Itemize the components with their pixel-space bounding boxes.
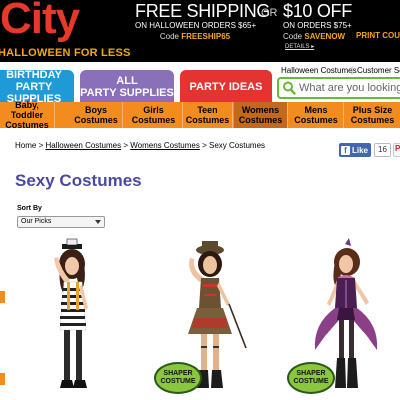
free-shipping-promo[interactable]: FREE SHIPPING ON HALLOWEEN ORDERS $65+ C…	[135, 1, 271, 43]
details-link[interactable]: DETAILS ▸	[285, 43, 314, 50]
discount-subtext: ON ORDERS $75+	[283, 21, 352, 30]
subnav-label-line1: Womens	[241, 105, 280, 115]
breadcrumb-current: Sexy Costumes	[209, 141, 266, 150]
discount-code: SAVENOW	[304, 32, 346, 41]
subnav-boys-costumes[interactable]: Boys Costumes	[70, 102, 123, 128]
product-card[interactable]: SHAPER COSTUME	[283, 238, 400, 400]
subnav-label-line2: Costumes	[131, 115, 176, 125]
subnav-label-line1: Boys	[84, 105, 107, 115]
subnav-plus-size-costumes[interactable]: Plus Size Costumes	[345, 102, 400, 128]
breadcrumb-home[interactable]: Home	[15, 141, 36, 150]
tab-label-line2: PARTY SUPPLIES	[80, 86, 174, 99]
sort-by-label: Sort By	[17, 205, 42, 212]
subnav-girls-costumes[interactable]: Girls Costumes	[125, 102, 183, 128]
top-banner: City HALLOWEEN FOR LESS FREE SHIPPING ON…	[0, 0, 400, 62]
shaper-costume-badge: SHAPER COSTUME	[154, 362, 202, 394]
like-count: 16	[374, 143, 391, 157]
product-image[interactable]	[30, 238, 150, 400]
breadcrumb-separator: >	[38, 141, 44, 150]
breadcrumb-separator: >	[123, 141, 128, 150]
site-tagline: HALLOWEEN FOR LESS	[0, 47, 131, 59]
free-shipping-subtext: ON HALLOWEEN ORDERS $65+	[135, 21, 257, 30]
subnav-label-line2: Costumes	[185, 115, 230, 125]
header-link-separator: |	[351, 66, 354, 75]
free-shipping-code: FREESHIP65	[181, 32, 231, 41]
sort-selected-value: Our Picks	[21, 218, 52, 225]
tab-birthday-party-supplies[interactable]: BIRTHDAY PARTY SUPPLIES	[0, 68, 74, 105]
subnav-label-line2: Costumes	[238, 115, 283, 125]
tab-party-ideas[interactable]: PARTY IDEAS	[180, 70, 272, 103]
subnav-teen-costumes[interactable]: Teen Costumes	[183, 102, 233, 128]
breadcrumb-halloween-costumes[interactable]: Halloween Costumes	[45, 141, 121, 150]
breadcrumb-separator: >	[202, 141, 207, 150]
tab-label-line1: ALL	[116, 74, 138, 87]
left-edge-marker	[0, 291, 5, 303]
code-label: Code	[159, 32, 179, 41]
subnav-label-line2: Costumes	[74, 115, 118, 125]
header-link-halloween-costumes[interactable]: Halloween Costumes	[281, 66, 357, 75]
header-link-customer-service[interactable]: Customer Se	[357, 66, 400, 75]
subnav-label-line2: Costumes	[350, 115, 395, 125]
print-coupon-link[interactable]: PRINT COUP	[356, 31, 400, 40]
free-shipping-code-line: Code FREESHIP65	[135, 31, 255, 43]
breadcrumb-womens-costumes[interactable]: Womens Costumes	[130, 141, 200, 150]
search-input[interactable]	[299, 81, 400, 95]
subnav-mens-costumes[interactable]: Mens Costumes	[289, 102, 344, 128]
subnav-label-line1: Girls	[143, 105, 164, 115]
promo-or-text: OR	[261, 7, 278, 19]
chevron-down-icon	[95, 220, 101, 224]
subnav-baby-toddler-costumes[interactable]: Baby, Toddler Costumes	[0, 100, 55, 130]
facebook-icon: f	[341, 145, 350, 155]
subnav-label-line1: Teen	[197, 105, 218, 115]
subnav-label-line1: Baby, Toddler	[10, 100, 44, 120]
discount-headline: $10 OFF	[283, 1, 352, 21]
subnav-label-line1: Plus Size	[352, 105, 393, 115]
logo-text: City	[0, 0, 80, 43]
free-shipping-headline: FREE SHIPPING	[135, 1, 271, 21]
code-label: Code	[283, 32, 303, 41]
page-title: Sexy Costumes	[15, 171, 142, 190]
breadcrumb: Home > Halloween Costumes > Womens Costu…	[15, 141, 265, 150]
tab-label: PARTY IDEAS	[189, 80, 263, 93]
tab-label-line1: BIRTHDAY	[6, 68, 62, 81]
subnav-label-line2: Costumes	[5, 120, 49, 130]
search-box[interactable]	[277, 77, 400, 99]
tab-all-party-supplies[interactable]: ALL PARTY SUPPLIES	[80, 70, 174, 103]
sort-select[interactable]: Our Picks	[17, 216, 105, 228]
subnav-label-line2: Costumes	[294, 115, 338, 125]
product-card[interactable]: SHAPER COSTUME	[150, 238, 270, 400]
product-card[interactable]	[30, 238, 150, 400]
page: City HALLOWEEN FOR LESS FREE SHIPPING ON…	[0, 0, 400, 400]
left-edge-marker	[0, 373, 5, 385]
subnav-label-line1: Mens	[304, 105, 328, 115]
facebook-like-button[interactable]: f Like	[339, 143, 371, 157]
pinterest-button[interactable]: P	[393, 143, 400, 157]
shaper-costume-badge: SHAPER COSTUME	[287, 362, 335, 394]
category-subnav: Baby, Toddler Costumes Boys Costumes Girls…	[0, 100, 400, 130]
site-logo[interactable]: City	[0, 0, 80, 44]
search-icon[interactable]	[282, 81, 296, 95]
like-label: Like	[352, 145, 369, 155]
subnav-womens-costumes[interactable]: Womens Costumes	[234, 102, 288, 128]
